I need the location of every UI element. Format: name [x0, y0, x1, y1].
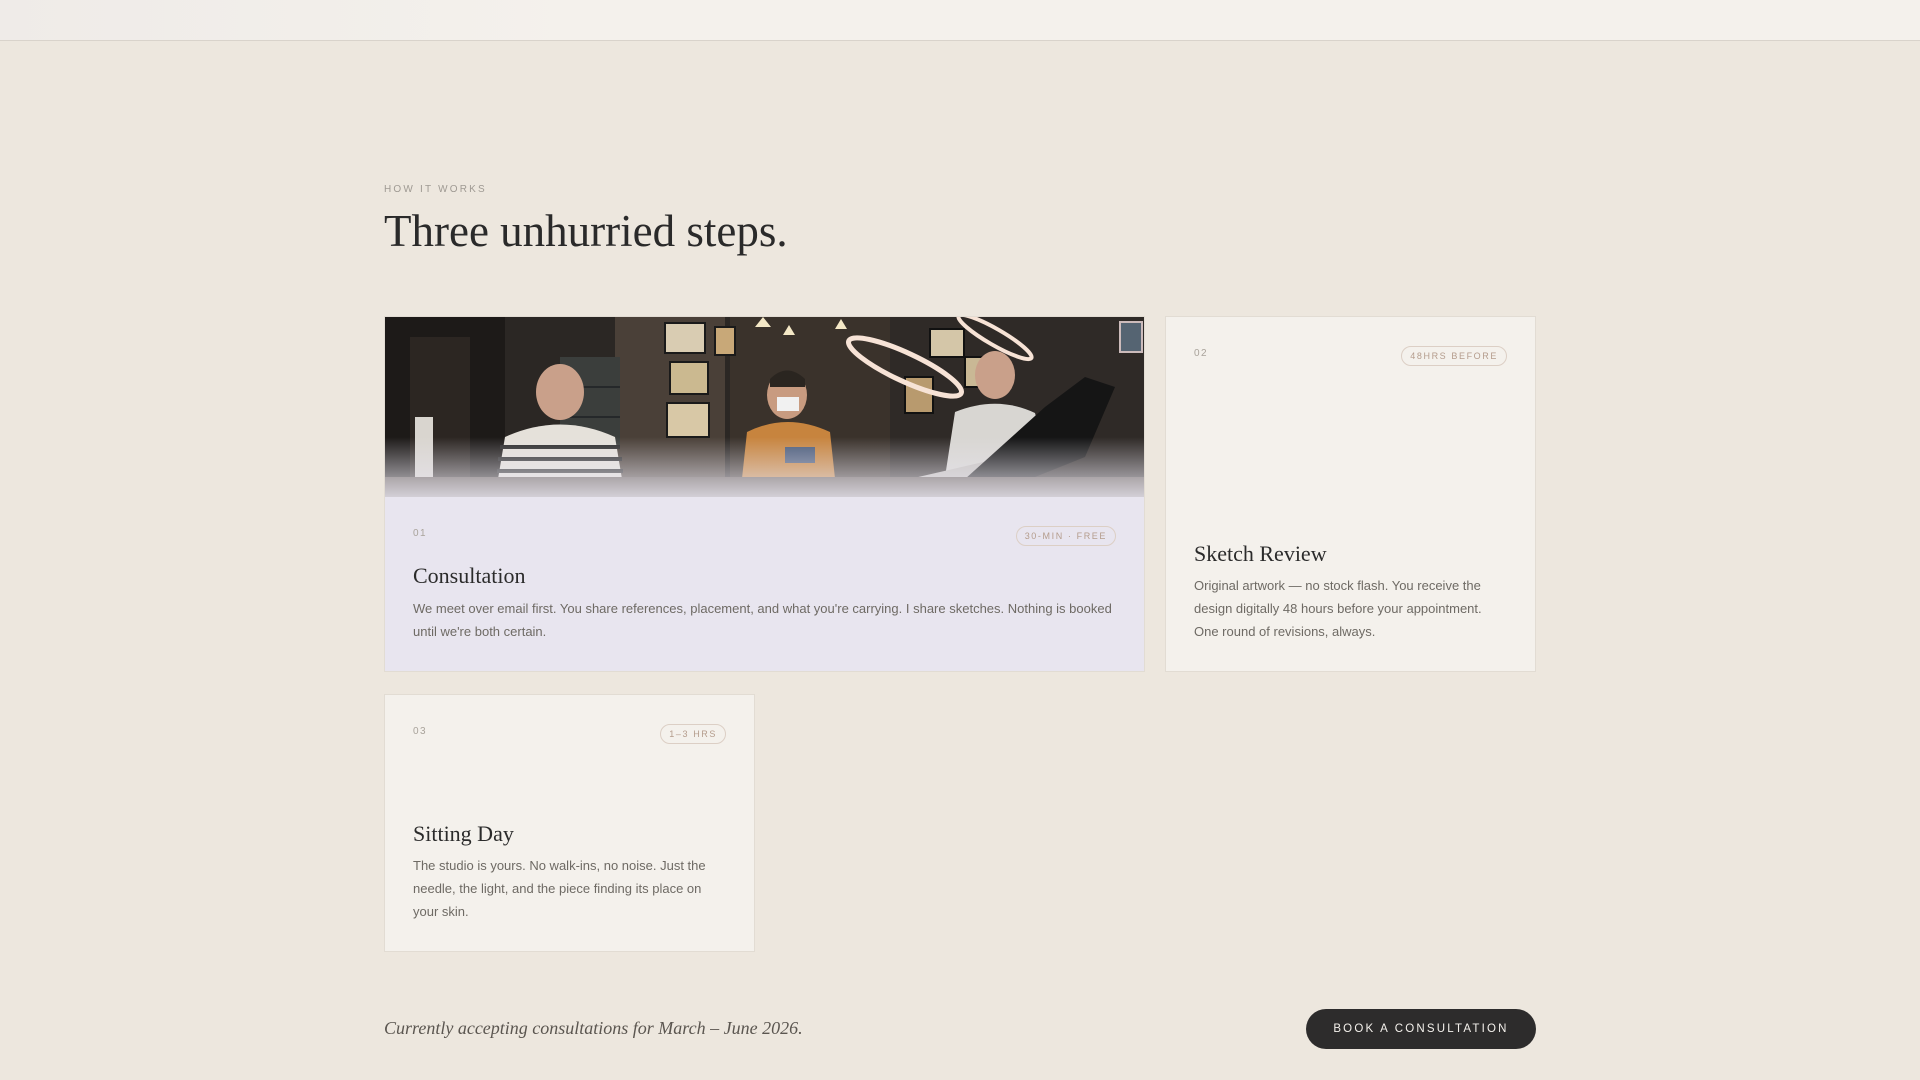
step-description: Original artwork — no stock flash. You r… [1194, 578, 1482, 639]
step-card-consultation: 01 30-MIN · FREE Consultation We meet ov… [384, 316, 1145, 672]
step-description: The studio is yours. No walk-ins, no noi… [413, 858, 706, 919]
book-consultation-button[interactable]: BOOK A CONSULTATION [1306, 1009, 1536, 1049]
step-badge: 30-MIN · FREE [1015, 526, 1116, 546]
step-card-sketch-review: 02 48HRS BEFORE Sketch Review Original a… [1165, 316, 1536, 672]
step-number: 03 [413, 726, 428, 737]
step-title: Consultation [413, 563, 526, 588]
tattoo-studio-photo [385, 317, 1144, 497]
step-badge: 1–3 HRS [660, 724, 726, 744]
step-title: Sketch Review [1194, 541, 1327, 566]
step-badge: 48HRS BEFORE [1401, 346, 1507, 366]
step-number: 01 [413, 528, 428, 539]
step-description: We meet over email first. You share refe… [413, 601, 1112, 639]
step-title: Sitting Day [413, 821, 514, 846]
step-number: 02 [1194, 348, 1209, 359]
availability-note: Currently accepting consultations for Ma… [384, 1018, 803, 1038]
step-card-sitting-day: 03 1–3 HRS Sitting Day The studio is you… [384, 694, 755, 952]
section-eyebrow: HOW IT WORKS [384, 184, 487, 195]
top-bar [0, 0, 1920, 41]
section-title: Three unhurried steps. [384, 206, 788, 256]
